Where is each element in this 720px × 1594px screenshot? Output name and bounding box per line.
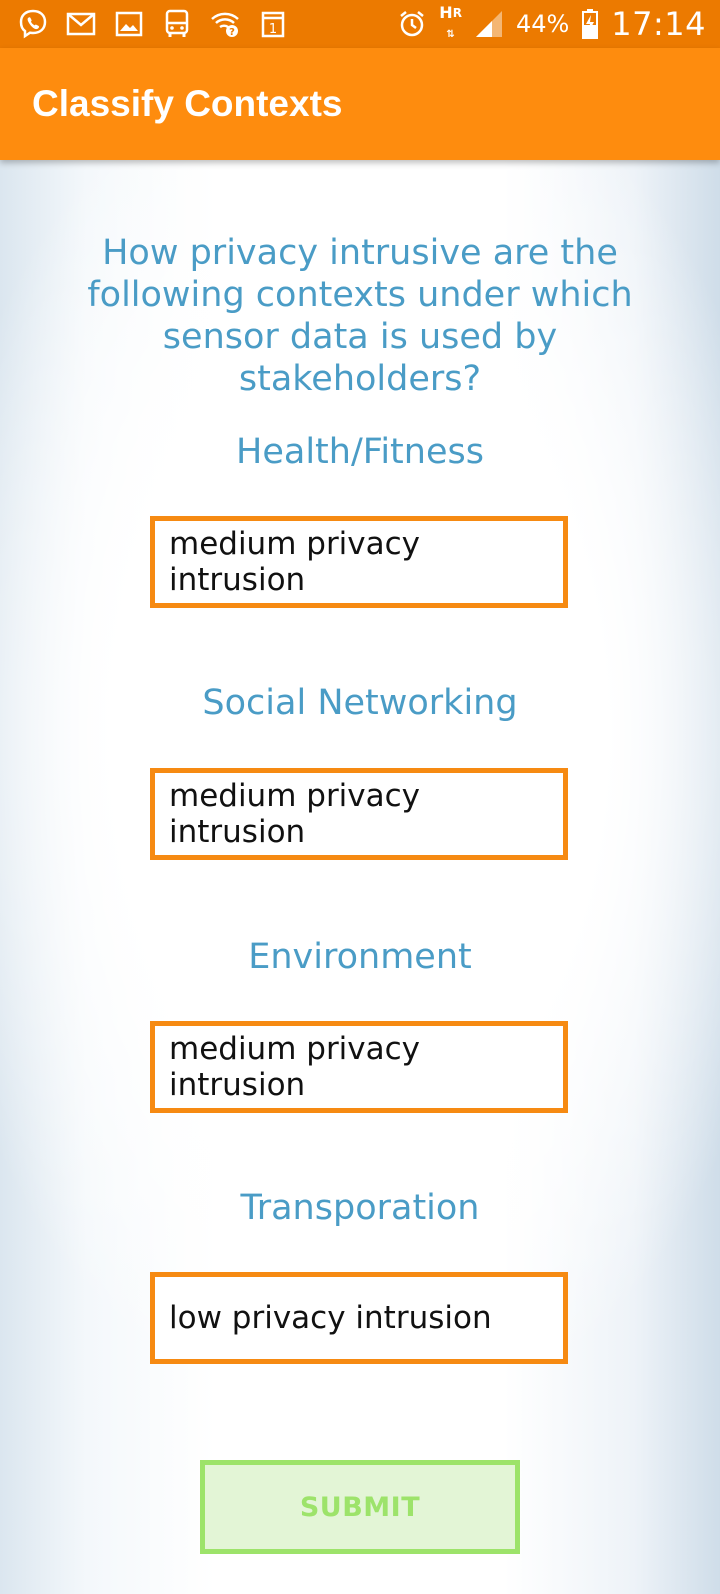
bus-icon: [160, 7, 194, 41]
calendar-day: 1: [269, 22, 277, 37]
question-text: How privacy intrusive are the following …: [87, 233, 633, 399]
gmail-icon: [64, 7, 98, 41]
context-select-social-networking[interactable]: medium privacy intrusion: [150, 768, 568, 860]
alarm-icon: [395, 7, 429, 41]
clock: 17:14: [611, 5, 706, 43]
main-content: How privacy intrusive are the following …: [0, 160, 720, 1594]
svg-text:?: ?: [229, 27, 235, 38]
system-status: HR ⇅ 44% 17:14: [395, 2, 720, 43]
app-bar: Classify Contexts: [0, 48, 720, 160]
context-select-health-fitness[interactable]: medium privacy intrusion: [150, 516, 568, 608]
submit-button[interactable]: SUBMIT: [200, 1460, 520, 1554]
wifi-question-icon: ?: [208, 7, 242, 41]
signal-icon: [472, 7, 506, 41]
context-label-environment: Environment: [248, 937, 472, 977]
context-select-transportation[interactable]: low privacy intrusion: [150, 1272, 568, 1364]
network-h: H: [439, 2, 453, 22]
status-bar: ? 1 HR ⇅ 44% 17:14: [0, 0, 720, 48]
viber-icon: [16, 7, 50, 41]
context-label-transportation: Transporation: [240, 1188, 480, 1228]
network-type-icon: HR ⇅: [439, 2, 462, 41]
context-label-health-fitness: Health/Fitness: [236, 432, 484, 472]
page-title: Classify Contexts: [32, 83, 343, 124]
gallery-icon: [112, 7, 146, 41]
notification-icons: ? 1: [0, 7, 290, 41]
context-label-social-networking: Social Networking: [202, 683, 518, 723]
context-select-environment[interactable]: medium privacy intrusion: [150, 1021, 568, 1113]
calendar-icon: 1: [256, 7, 290, 41]
network-r: R: [452, 5, 462, 20]
battery-percent: 44%: [515, 10, 570, 38]
battery-icon: [579, 7, 601, 41]
